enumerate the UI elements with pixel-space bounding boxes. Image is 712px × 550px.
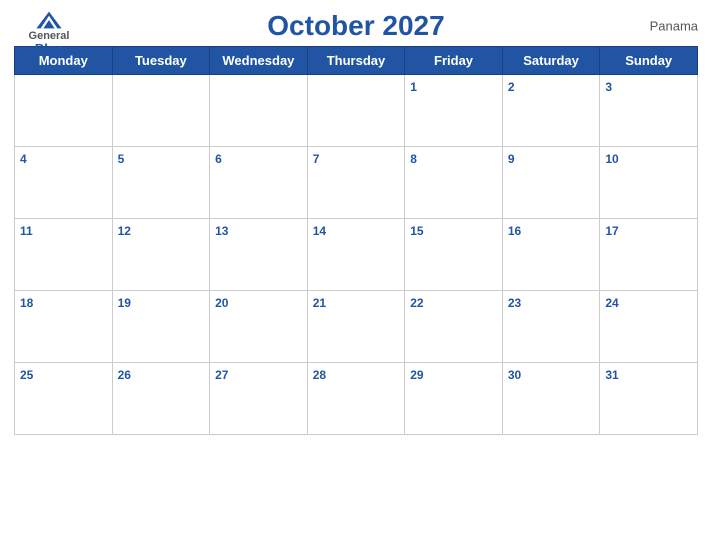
day-number: 2 bbox=[508, 80, 515, 94]
calendar-cell: 31 bbox=[600, 363, 698, 435]
day-number: 1 bbox=[410, 80, 417, 94]
calendar-week-row: 18 19 20 21 22 23 24 bbox=[15, 291, 698, 363]
day-number: 26 bbox=[118, 368, 131, 382]
day-number: 7 bbox=[313, 152, 320, 166]
day-number: 31 bbox=[605, 368, 618, 382]
calendar-cell: 2 bbox=[502, 75, 600, 147]
calendar-cell: 28 bbox=[307, 363, 405, 435]
day-number: 19 bbox=[118, 296, 131, 310]
calendar-cell: 24 bbox=[600, 291, 698, 363]
col-wednesday: Wednesday bbox=[210, 47, 308, 75]
calendar-cell: 17 bbox=[600, 219, 698, 291]
calendar-cell: 1 bbox=[405, 75, 503, 147]
calendar-week-row: 4 5 6 7 8 9 10 bbox=[15, 147, 698, 219]
calendar-cell: 5 bbox=[112, 147, 210, 219]
col-thursday: Thursday bbox=[307, 47, 405, 75]
month-title: October 2027 bbox=[267, 10, 444, 42]
day-number: 4 bbox=[20, 152, 27, 166]
calendar-cell: 27 bbox=[210, 363, 308, 435]
generalblue-logo-icon bbox=[35, 10, 63, 30]
day-number: 6 bbox=[215, 152, 222, 166]
calendar-cell: 20 bbox=[210, 291, 308, 363]
day-number: 22 bbox=[410, 296, 423, 310]
calendar-cell: 25 bbox=[15, 363, 113, 435]
calendar-cell: 30 bbox=[502, 363, 600, 435]
calendar-cell: 7 bbox=[307, 147, 405, 219]
weekday-header-row: Monday Tuesday Wednesday Thursday Friday… bbox=[15, 47, 698, 75]
calendar-week-row: 1 2 3 bbox=[15, 75, 698, 147]
calendar-cell: 11 bbox=[15, 219, 113, 291]
calendar-cell: 14 bbox=[307, 219, 405, 291]
calendar-cell: 19 bbox=[112, 291, 210, 363]
header-row: General Blue October 2027 Panama bbox=[14, 10, 698, 42]
calendar-cell bbox=[15, 75, 113, 147]
calendar-table: Monday Tuesday Wednesday Thursday Friday… bbox=[14, 46, 698, 435]
calendar-cell: 29 bbox=[405, 363, 503, 435]
country-label: Panama bbox=[650, 19, 698, 34]
day-number: 17 bbox=[605, 224, 618, 238]
calendar-wrapper: General Blue October 2027 Panama Monday … bbox=[0, 0, 712, 550]
day-number: 18 bbox=[20, 296, 33, 310]
day-number: 12 bbox=[118, 224, 131, 238]
col-tuesday: Tuesday bbox=[112, 47, 210, 75]
day-number: 14 bbox=[313, 224, 326, 238]
calendar-cell bbox=[307, 75, 405, 147]
calendar-week-row: 11 12 13 14 15 16 17 bbox=[15, 219, 698, 291]
col-saturday: Saturday bbox=[502, 47, 600, 75]
calendar-week-row: 25 26 27 28 29 30 31 bbox=[15, 363, 698, 435]
day-number: 24 bbox=[605, 296, 618, 310]
day-number: 9 bbox=[508, 152, 515, 166]
calendar-cell: 12 bbox=[112, 219, 210, 291]
calendar-cell: 9 bbox=[502, 147, 600, 219]
calendar-cell: 26 bbox=[112, 363, 210, 435]
day-number: 30 bbox=[508, 368, 521, 382]
day-number: 23 bbox=[508, 296, 521, 310]
day-number: 28 bbox=[313, 368, 326, 382]
calendar-body: 1234567891011121314151617181920212223242… bbox=[15, 75, 698, 435]
col-sunday: Sunday bbox=[600, 47, 698, 75]
calendar-cell: 15 bbox=[405, 219, 503, 291]
calendar-cell: 18 bbox=[15, 291, 113, 363]
day-number: 8 bbox=[410, 152, 417, 166]
calendar-cell: 3 bbox=[600, 75, 698, 147]
day-number: 20 bbox=[215, 296, 228, 310]
calendar-cell: 4 bbox=[15, 147, 113, 219]
calendar-cell: 23 bbox=[502, 291, 600, 363]
day-number: 27 bbox=[215, 368, 228, 382]
calendar-cell: 22 bbox=[405, 291, 503, 363]
calendar-cell: 16 bbox=[502, 219, 600, 291]
day-number: 3 bbox=[605, 80, 612, 94]
day-number: 16 bbox=[508, 224, 521, 238]
calendar-cell: 21 bbox=[307, 291, 405, 363]
logo-blue-text: Blue bbox=[35, 42, 63, 56]
calendar-cell: 13 bbox=[210, 219, 308, 291]
day-number: 15 bbox=[410, 224, 423, 238]
calendar-cell: 8 bbox=[405, 147, 503, 219]
day-number: 10 bbox=[605, 152, 618, 166]
day-number: 21 bbox=[313, 296, 326, 310]
day-number: 11 bbox=[20, 224, 33, 238]
col-friday: Friday bbox=[405, 47, 503, 75]
day-number: 25 bbox=[20, 368, 33, 382]
calendar-cell: 10 bbox=[600, 147, 698, 219]
calendar-cell bbox=[210, 75, 308, 147]
logo-area: General Blue bbox=[14, 10, 84, 56]
day-number: 13 bbox=[215, 224, 228, 238]
day-number: 5 bbox=[118, 152, 125, 166]
calendar-cell bbox=[112, 75, 210, 147]
calendar-cell: 6 bbox=[210, 147, 308, 219]
day-number: 29 bbox=[410, 368, 423, 382]
